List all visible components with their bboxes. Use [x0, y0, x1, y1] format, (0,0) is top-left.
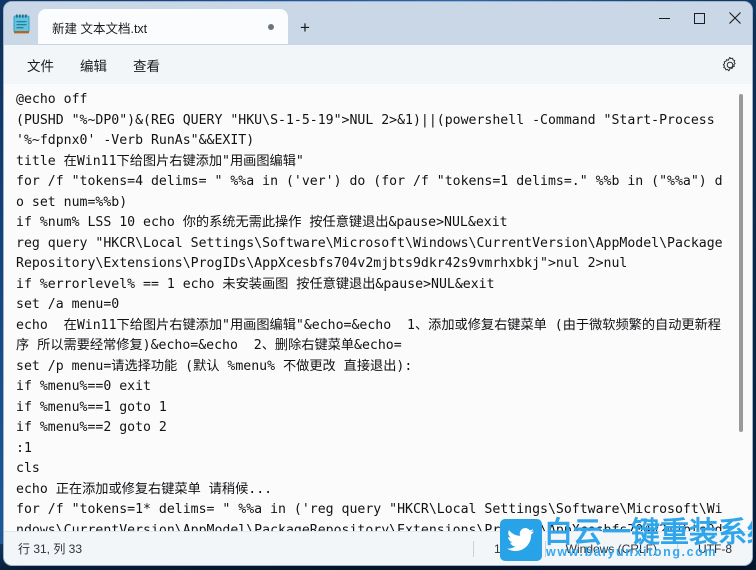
- maximize-button[interactable]: [682, 2, 717, 34]
- title-bar: 新建 文本文档.txt +: [4, 2, 752, 45]
- window-controls: [647, 2, 752, 45]
- notepad-icon: [4, 2, 38, 45]
- text-content[interactable]: @echo off (PUSHD "%~DP0")&(REG QUERY "HK…: [4, 84, 752, 531]
- vertical-scrollbar[interactable]: [734, 86, 748, 529]
- status-right-group: 100% Windows (CRLF) UTF-8: [472, 540, 752, 557]
- menu-edit[interactable]: 编辑: [67, 50, 120, 80]
- status-bar: 行 31, 列 33 100% Windows (CRLF) UTF-8 白云一…: [4, 515, 752, 565]
- tab-strip: 新建 文本文档.txt +: [38, 2, 647, 45]
- new-tab-button[interactable]: +: [288, 9, 322, 45]
- zoom-level[interactable]: 100%: [474, 542, 545, 556]
- scrollbar-thumb[interactable]: [739, 94, 743, 432]
- notepad-window: 新建 文本文档.txt + 文件 编辑 查看 @echo off (PUSHD …: [4, 2, 752, 565]
- minimize-button[interactable]: [647, 2, 682, 34]
- gear-icon[interactable]: [718, 53, 742, 77]
- menu-view[interactable]: 查看: [120, 50, 173, 80]
- cursor-position: 行 31, 列 33: [18, 542, 83, 556]
- unsaved-indicator-icon[interactable]: [260, 16, 282, 38]
- encoding[interactable]: UTF-8: [678, 542, 752, 556]
- line-ending[interactable]: Windows (CRLF): [546, 542, 677, 556]
- close-button[interactable]: [717, 2, 752, 34]
- menu-file[interactable]: 文件: [14, 50, 67, 80]
- tab-title: 新建 文本文档.txt: [52, 21, 148, 36]
- tab-document[interactable]: 新建 文本文档.txt: [38, 9, 288, 45]
- editor-area[interactable]: @echo off (PUSHD "%~DP0")&(REG QUERY "HK…: [4, 84, 752, 531]
- menu-bar: 文件 编辑 查看: [4, 45, 752, 84]
